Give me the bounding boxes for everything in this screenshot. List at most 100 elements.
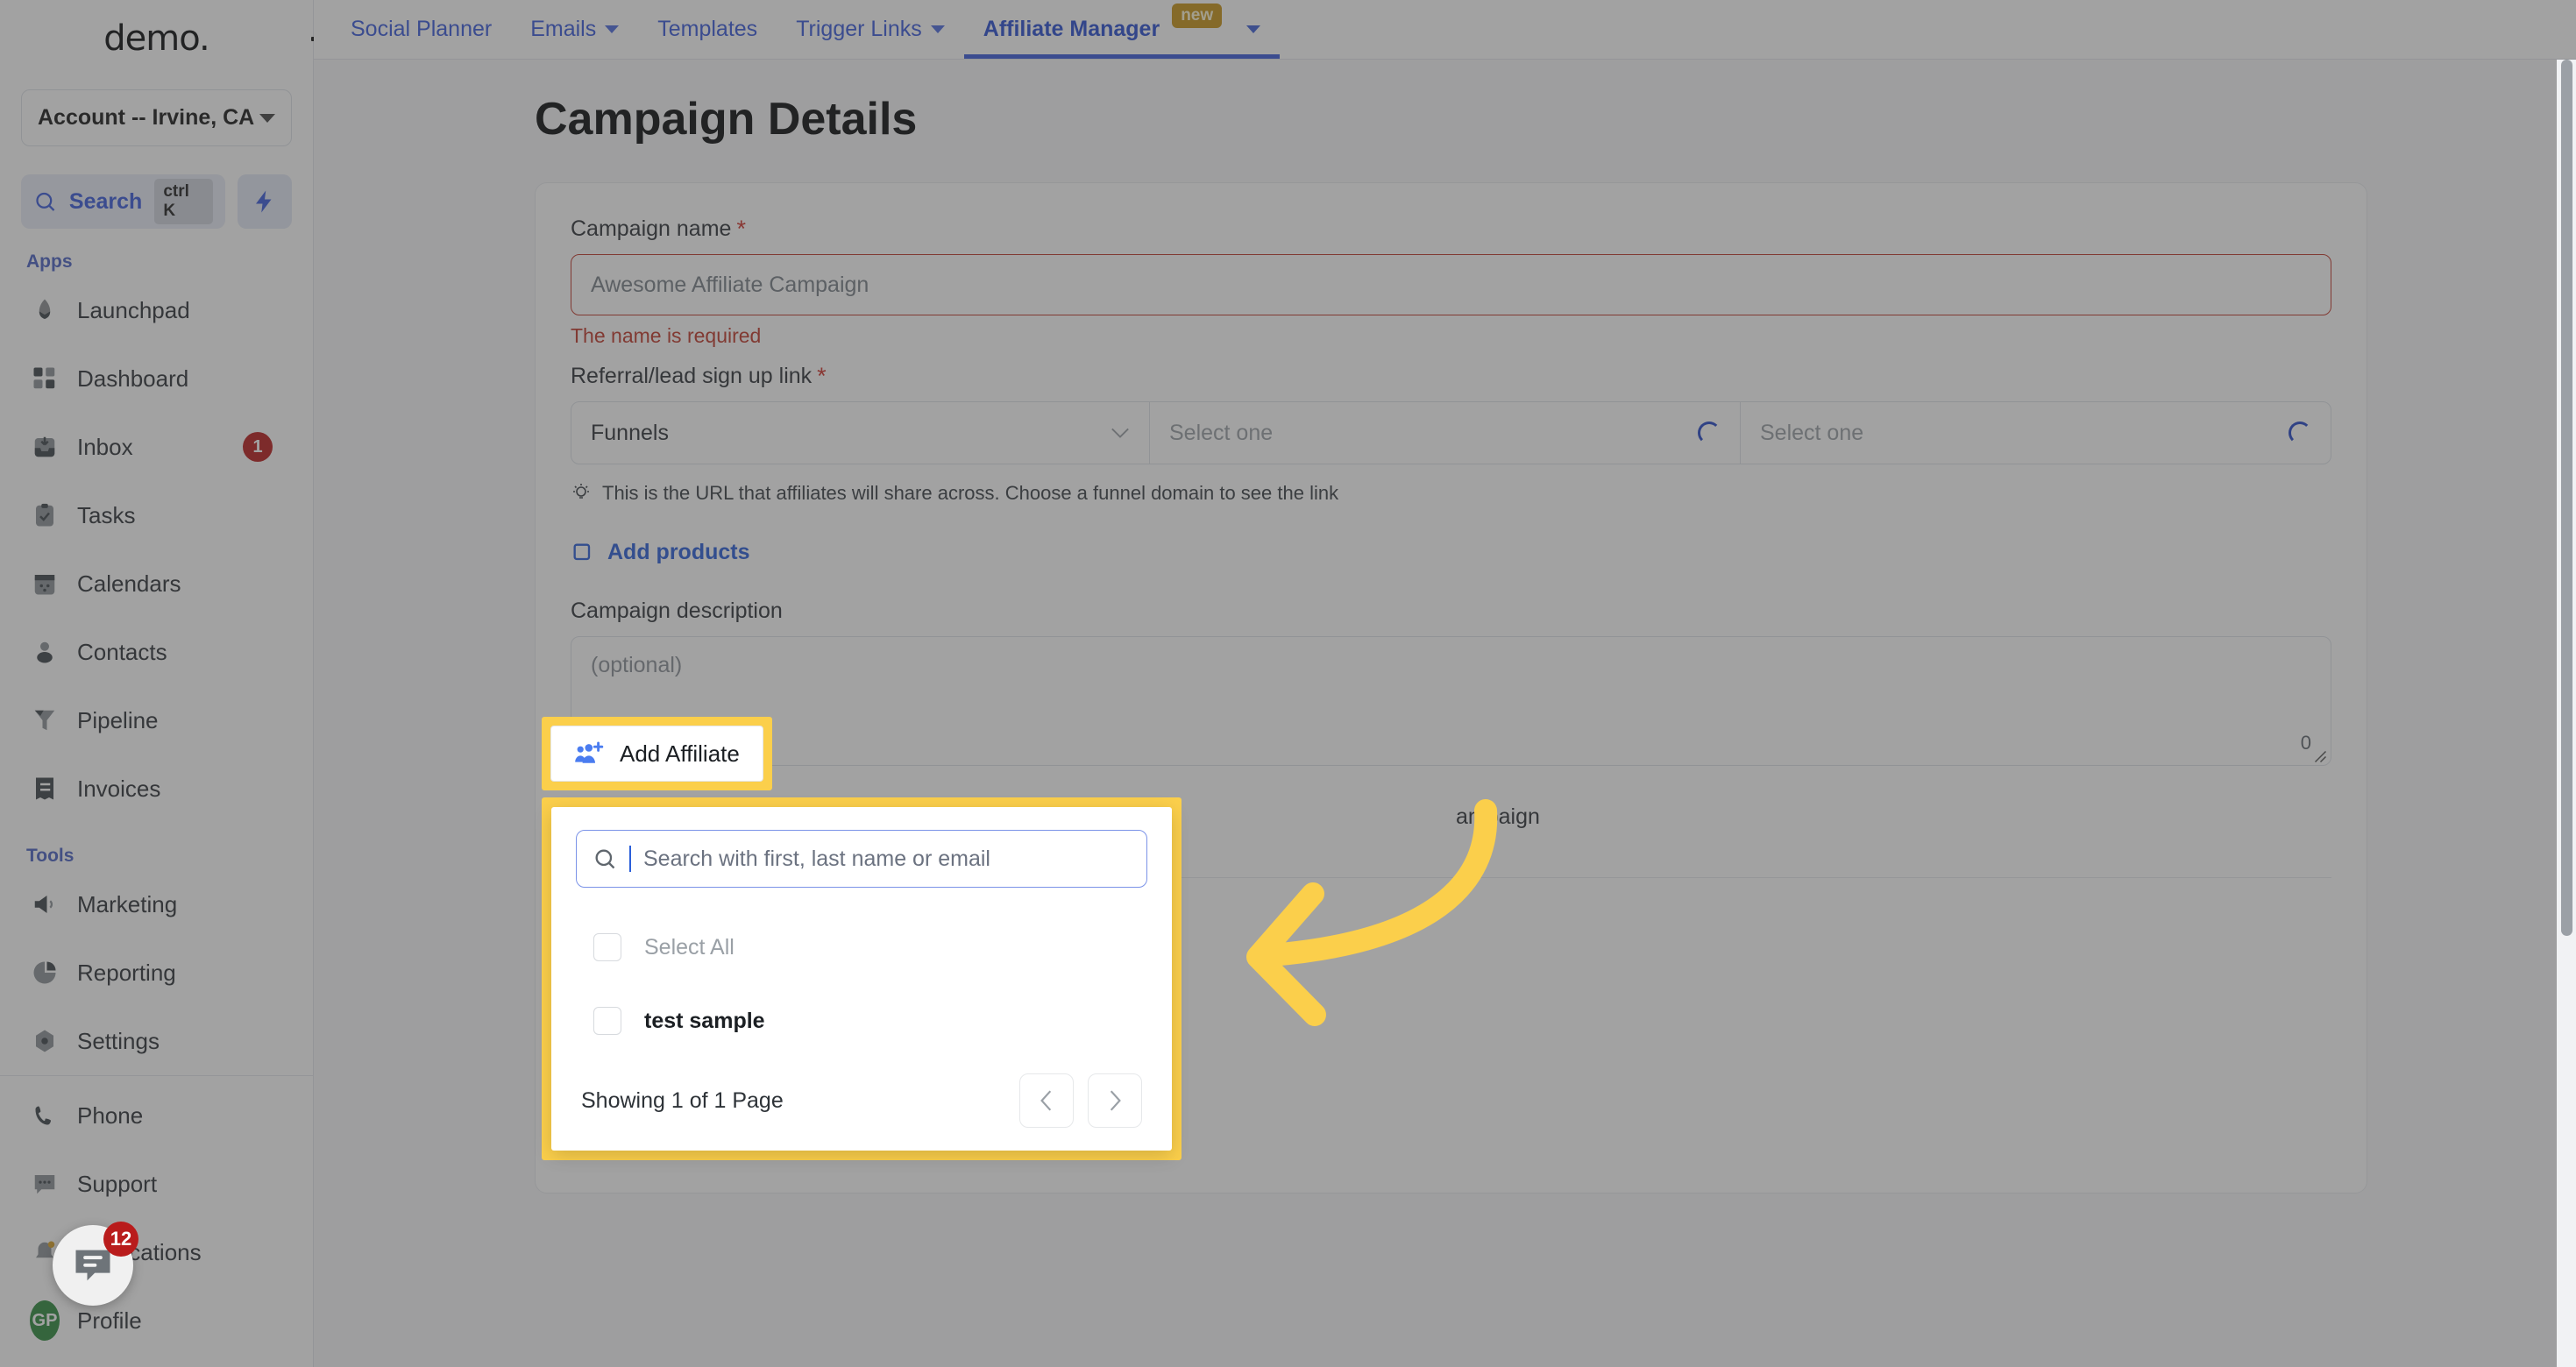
campaign-name-input[interactable]: Awesome Affiliate Campaign <box>571 254 2331 315</box>
sidebar-item-label: Calendars <box>77 570 181 597</box>
sidebar-item-marketing[interactable]: Marketing <box>11 870 302 938</box>
avatar: GP <box>30 1300 60 1341</box>
campaign-name-placeholder: Awesome Affiliate Campaign <box>591 272 869 297</box>
sidebar-item-label: Support <box>77 1170 158 1197</box>
sidebar-nav-apps: Launchpad Dashboard Inbox 1 Tasks Calend… <box>0 276 313 823</box>
scrollbar-thumb[interactable] <box>2561 60 2572 936</box>
sidebar-item-tasks[interactable]: Tasks <box>11 481 302 549</box>
campaign-description-textarea[interactable]: (optional) 0 <box>571 636 2331 766</box>
select-all-checkbox[interactable] <box>593 933 621 961</box>
referral-domain-select[interactable]: Select one <box>1741 402 2331 464</box>
account-selector-label: Account -- Irvine, CA <box>38 105 255 131</box>
search-icon <box>36 192 55 211</box>
list-item[interactable]: test sample <box>576 984 1147 1058</box>
sidebar-logo-row: demo. <box>0 0 339 77</box>
tab-trigger-links[interactable]: Trigger Links <box>777 0 964 59</box>
referral-link-hint: This is the URL that affiliates will sha… <box>571 482 2331 505</box>
referral-link-hint-text: This is the URL that affiliates will sha… <box>602 482 1339 504</box>
brand-logo-text: demo <box>103 18 200 60</box>
clipboard-check-icon <box>30 500 60 530</box>
required-asterisk: * <box>817 363 827 389</box>
sidebar-item-phone[interactable]: Phone <box>11 1081 302 1150</box>
lightbulb-icon <box>573 484 589 499</box>
sidebar-divider <box>0 1075 313 1076</box>
campaign-name-label-text: Campaign name <box>571 216 732 241</box>
sidebar-item-settings[interactable]: Settings <box>11 1007 302 1075</box>
tab-label: Emails <box>530 17 597 41</box>
referral-type-select[interactable]: Funnels <box>571 402 1150 464</box>
sidebar-section-title-apps: Apps <box>26 251 73 273</box>
sidebar-footer-nav: Phone Support Notifications GP Profile <box>0 1081 313 1367</box>
app-root: demo. Account -- Irvine, CA Search ctrl … <box>0 0 2576 1367</box>
referral-funnel-placeholder: Select one <box>1169 420 1274 445</box>
sidebar-item-calendars[interactable]: Calendars <box>11 549 302 618</box>
search-icon <box>595 849 615 869</box>
megaphone-icon <box>30 889 60 919</box>
select-all-label: Select All <box>644 934 734 960</box>
page-scrollbar[interactable] <box>2557 60 2576 1367</box>
chevron-down-icon <box>1246 25 1261 33</box>
sidebar-search-row: Search ctrl K <box>21 174 292 230</box>
add-affiliate-highlight: Add Affiliate <box>542 717 772 790</box>
main-content: Campaign Details Campaign name * Awesome… <box>314 60 2576 1367</box>
referral-link-label: Referral/lead sign up link * <box>571 364 2331 389</box>
sidebar-item-pipeline[interactable]: Pipeline <box>11 686 302 754</box>
tab-social-planner[interactable]: Social Planner <box>331 0 511 59</box>
search-shortcut: ctrl K <box>154 179 213 225</box>
account-selector[interactable]: Account -- Irvine, CA <box>21 89 292 147</box>
brand-logo-dot: . <box>199 18 210 60</box>
sidebar-item-label: Settings <box>77 1027 160 1054</box>
sidebar-item-support[interactable]: Support <box>11 1150 302 1218</box>
tab-label: Social Planner <box>351 17 493 41</box>
sidebar-item-dashboard[interactable]: Dashboard <box>11 344 302 413</box>
chevron-down-icon <box>259 113 275 123</box>
pagination-controls <box>1019 1073 1142 1128</box>
affiliate-search-input[interactable]: Search with first, last name or email <box>576 830 1147 888</box>
phone-icon <box>30 1101 60 1130</box>
invoice-icon <box>30 774 60 804</box>
copy-icon <box>573 543 591 560</box>
affiliate-row-checkbox[interactable] <box>593 1007 621 1035</box>
sidebar-item-label: Tasks <box>77 501 136 528</box>
sidebar-item-reporting[interactable]: Reporting <box>11 938 302 1007</box>
select-all-row[interactable]: Select All <box>576 910 1147 984</box>
next-page-button[interactable] <box>1088 1073 1142 1128</box>
chevron-down-icon <box>1111 428 1129 438</box>
prev-page-button[interactable] <box>1019 1073 1074 1128</box>
campaign-description-label: Campaign description <box>571 599 2331 624</box>
chevron-down-icon <box>930 25 945 33</box>
sidebar-item-contacts[interactable]: Contacts <box>11 618 302 686</box>
quick-action-button[interactable] <box>238 174 292 230</box>
sidebar-item-invoices[interactable]: Invoices <box>11 754 302 823</box>
tab-templates[interactable]: Templates <box>638 0 777 59</box>
search-button[interactable]: Search ctrl K <box>21 174 225 230</box>
add-products-link[interactable]: Add products <box>571 540 2331 565</box>
character-counter: 0 <box>2300 732 2311 754</box>
required-asterisk: * <box>736 216 746 242</box>
chat-dots-icon <box>30 1169 60 1199</box>
tab-emails[interactable]: Emails <box>511 0 638 59</box>
add-affiliate-button[interactable]: Add Affiliate <box>550 726 763 782</box>
chat-unread-badge: 12 <box>103 1222 138 1257</box>
loading-spinner-icon <box>2289 421 2311 444</box>
sidebar-item-profile[interactable]: GP Profile <box>11 1286 302 1355</box>
sidebar-item-label: Inbox <box>77 433 133 460</box>
sidebar-item-label: Reporting <box>77 959 176 986</box>
chat-widget-button[interactable]: 12 <box>53 1222 138 1306</box>
top-tab-bar: Social Planner Emails Templates Trigger … <box>314 0 2576 60</box>
sidebar-nav-tools: Marketing Reporting Settings <box>0 870 313 1075</box>
referral-domain-placeholder: Select one <box>1760 420 1864 445</box>
page-title: Campaign Details <box>535 94 918 145</box>
resize-handle-icon[interactable] <box>2311 747 2327 763</box>
sidebar-item-inbox[interactable]: Inbox 1 <box>11 413 302 481</box>
pie-chart-icon <box>30 958 60 988</box>
inbox-icon <box>30 432 60 462</box>
chevron-down-icon <box>605 25 620 33</box>
referral-link-combo: Funnels Select one Select one <box>571 401 2331 464</box>
sidebar-section-title-tools: Tools <box>26 846 75 867</box>
campaign-name-label: Campaign name * <box>571 216 2331 242</box>
referral-funnel-select[interactable]: Select one <box>1150 402 1741 464</box>
tab-affiliate-manager[interactable]: Affiliate Manager new <box>963 0 1281 59</box>
sidebar-item-launchpad[interactable]: Launchpad <box>11 276 302 344</box>
campaign-description-placeholder: (optional) <box>591 653 683 677</box>
